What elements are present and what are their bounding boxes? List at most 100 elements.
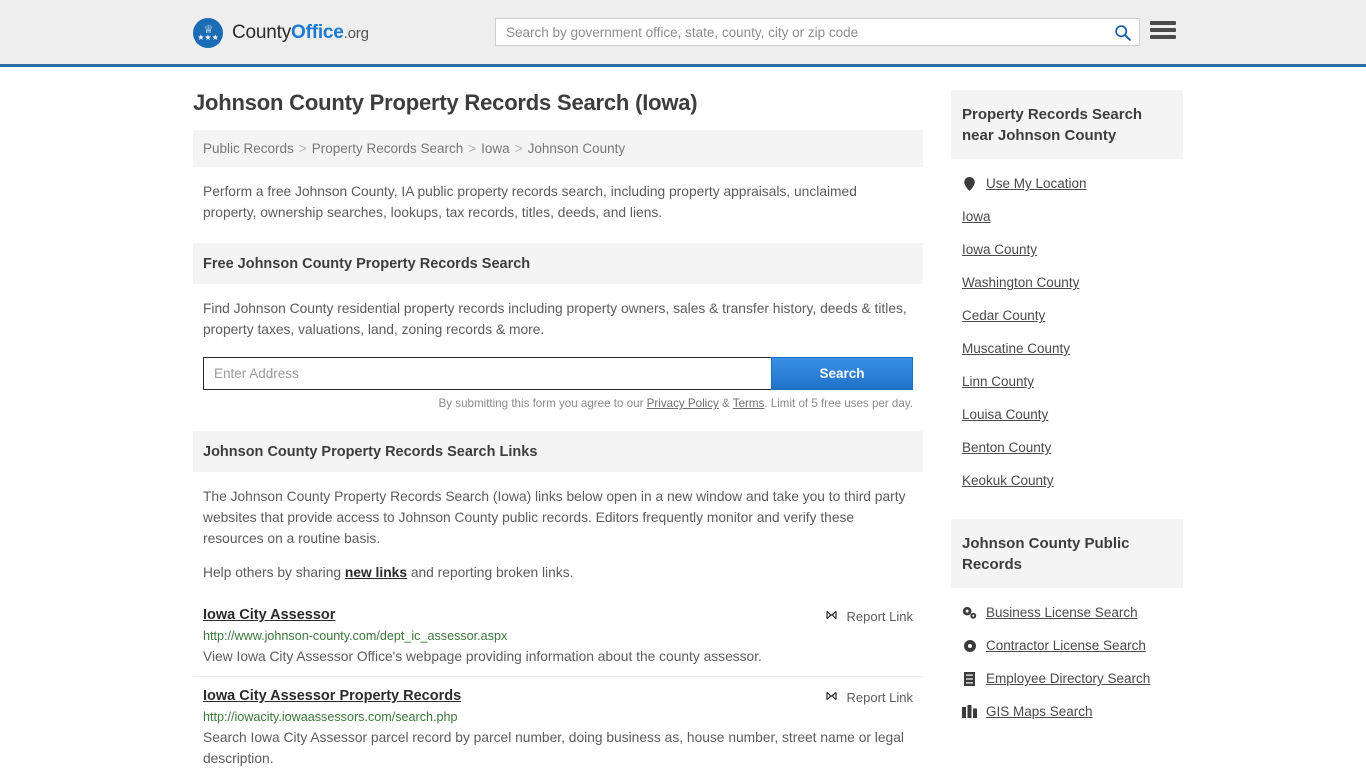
disclaimer-amp: & (718, 397, 733, 410)
privacy-policy-link[interactable]: Privacy Policy (647, 397, 719, 410)
sidebar-item-label[interactable]: Business License Search (986, 605, 1138, 620)
menu-bar-2 (1150, 28, 1176, 32)
sidebar-item-cedar-county[interactable]: Cedar County (962, 299, 1172, 332)
nearby-heading: Property Records Search near Johnson Cou… (951, 90, 1183, 159)
help-text-post: and reporting broken links. (407, 565, 574, 580)
broken-link-icon (825, 610, 837, 620)
free-search-description: Find Johnson County residential property… (203, 301, 907, 337)
sidebar: Property Records Search near Johnson Cou… (951, 67, 1183, 742)
free-search-heading: Free Johnson County Property Records Sea… (193, 243, 923, 284)
nearby-list: Use My Location Iowa Iowa County Washing… (951, 159, 1183, 497)
search-links-heading: Johnson County Property Records Search L… (193, 431, 923, 472)
sidebar-item-iowa[interactable]: Iowa (962, 200, 1172, 233)
report-link-button[interactable]: Report Link (824, 609, 913, 624)
form-disclaimer: By submitting this form you agree to our… (203, 397, 913, 410)
search-button[interactable] (1105, 19, 1139, 45)
sidebar-item-label[interactable]: Cedar County (962, 308, 1045, 323)
results-list: Iowa City Assessor Report Link http://ww… (193, 596, 923, 778)
global-search-bar (495, 18, 1140, 46)
sidebar-item-louisa-county[interactable]: Louisa County (962, 398, 1172, 431)
public-records-heading: Johnson County Public Records (951, 519, 1183, 588)
sidebar-item-label[interactable]: Iowa (962, 209, 991, 224)
sidebar-item-linn-county[interactable]: Linn County (962, 365, 1172, 398)
result-description: Search Iowa City Assessor parcel record … (203, 730, 904, 766)
sidebar-item-keokuk-county[interactable]: Keokuk County (962, 464, 1172, 497)
search-links-description: The Johnson County Property Records Sear… (203, 489, 906, 546)
sidebar-item-contractor-license-search[interactable]: Contractor License Search (962, 629, 1172, 662)
countyoffice-eagle-logo-icon: ♕ ★★★ (193, 18, 223, 48)
sidebar-item-business-license-search[interactable]: Business License Search (962, 596, 1172, 629)
sidebar-item-use-my-location[interactable]: Use My Location (962, 167, 1172, 200)
table-row: Iowa City Assessor Property Records Repo… (193, 676, 923, 778)
breadcrumb-separator: > (298, 141, 307, 156)
sidebar-item-label[interactable]: Use My Location (986, 176, 1087, 191)
sidebar-item-label[interactable]: Linn County (962, 374, 1034, 389)
search-input[interactable] (496, 19, 1105, 45)
public-records-list: Business License Search Contractor Licen… (951, 588, 1183, 728)
page-intro-text: Perform a free Johnson County, IA public… (203, 184, 857, 220)
sidebar-item-label[interactable]: Iowa County (962, 242, 1037, 257)
sidebar-item-benton-county[interactable]: Benton County (962, 431, 1172, 464)
result-url: http://www.johnson-county.com/dept_ic_as… (203, 629, 508, 643)
breadcrumb-item-johnson-county[interactable]: Johnson County (528, 141, 626, 156)
hamburger-menu-icon[interactable] (1150, 19, 1176, 41)
report-link-button[interactable]: Report Link (824, 690, 913, 705)
sidebar-item-label[interactable]: GIS Maps Search (986, 704, 1093, 719)
brand-part-org: .org (343, 25, 369, 42)
breadcrumb: Public Records > Property Records Search > I… (193, 130, 923, 167)
address-search-button[interactable]: Search (771, 357, 913, 390)
search-icon (1114, 24, 1131, 41)
sidebar-item-label[interactable]: Louisa County (962, 407, 1048, 422)
brand-wordmark: CountyOffice.org (232, 22, 369, 44)
sidebar-item-label[interactable]: Employee Directory Search (986, 671, 1150, 686)
sidebar-item-iowa-county[interactable]: Iowa County (962, 233, 1172, 266)
report-link-label: Report Link (846, 690, 913, 705)
cogs-icon (962, 606, 977, 620)
breadcrumb-separator: > (468, 141, 477, 156)
help-others-text: Help others by sharing new links and rep… (193, 562, 923, 583)
sidebar-item-label[interactable]: Washington County (962, 275, 1079, 290)
free-search-panel: Free Johnson County Property Records Sea… (193, 243, 923, 410)
disclaimer-text-post: . Limit of 5 free uses per day. (764, 397, 913, 410)
sidebar-item-label[interactable]: Contractor License Search (986, 638, 1146, 653)
site-header: ♕ ★★★ CountyOffice.org (0, 0, 1366, 67)
new-links-link[interactable]: new links (345, 565, 407, 580)
sidebar-item-employee-directory-search[interactable]: Employee Directory Search (962, 662, 1172, 695)
result-title-link[interactable]: Iowa City Assessor (203, 607, 335, 623)
breadcrumb-item-iowa[interactable]: Iowa (481, 141, 510, 156)
menu-bar-3 (1150, 35, 1176, 39)
site-logo[interactable]: ♕ ★★★ CountyOffice.org (193, 18, 369, 48)
brand-part-office: Office (291, 22, 344, 43)
breadcrumb-separator: > (514, 141, 523, 156)
menu-bar-1 (1150, 21, 1176, 25)
gear-icon (962, 639, 977, 653)
result-description: View Iowa City Assessor Office's webpage… (203, 649, 762, 664)
public-records-block: Johnson County Public Records Business L… (951, 519, 1183, 728)
disclaimer-text-pre: By submitting this form you agree to our (438, 397, 647, 410)
brand-part-county: County (232, 22, 292, 43)
address-input[interactable] (203, 357, 771, 390)
sidebar-item-label[interactable]: Muscatine County (962, 341, 1070, 356)
terms-link[interactable]: Terms (733, 397, 765, 410)
report-link-label: Report Link (846, 609, 913, 624)
map-chart-icon (962, 705, 977, 718)
page-body: Johnson County Property Records Search (… (0, 67, 1366, 778)
sidebar-item-washington-county[interactable]: Washington County (962, 266, 1172, 299)
sidebar-item-muscatine-county[interactable]: Muscatine County (962, 332, 1172, 365)
sidebar-item-gis-maps-search[interactable]: GIS Maps Search (962, 695, 1172, 728)
id-card-icon (962, 671, 977, 686)
breadcrumb-item-public-records[interactable]: Public Records (203, 141, 294, 156)
help-text-pre: Help others by sharing (203, 565, 345, 580)
page-title: Johnson County Property Records Search (… (193, 90, 698, 115)
sidebar-item-label[interactable]: Benton County (962, 440, 1051, 455)
table-row: Iowa City Assessor Report Link http://ww… (193, 596, 923, 676)
search-links-panel: Johnson County Property Records Search L… (193, 431, 923, 778)
map-pin-icon (962, 176, 977, 191)
breadcrumb-item-property-records-search[interactable]: Property Records Search (312, 141, 464, 156)
result-url: http://iowacity.iowaassessors.com/search… (203, 710, 458, 724)
address-search-form: Search (203, 357, 913, 390)
result-title-link[interactable]: Iowa City Assessor Property Records (203, 688, 461, 704)
sidebar-item-label[interactable]: Keokuk County (962, 473, 1054, 488)
main-content: Johnson County Property Records Search (… (193, 67, 923, 778)
broken-link-icon (825, 691, 837, 701)
